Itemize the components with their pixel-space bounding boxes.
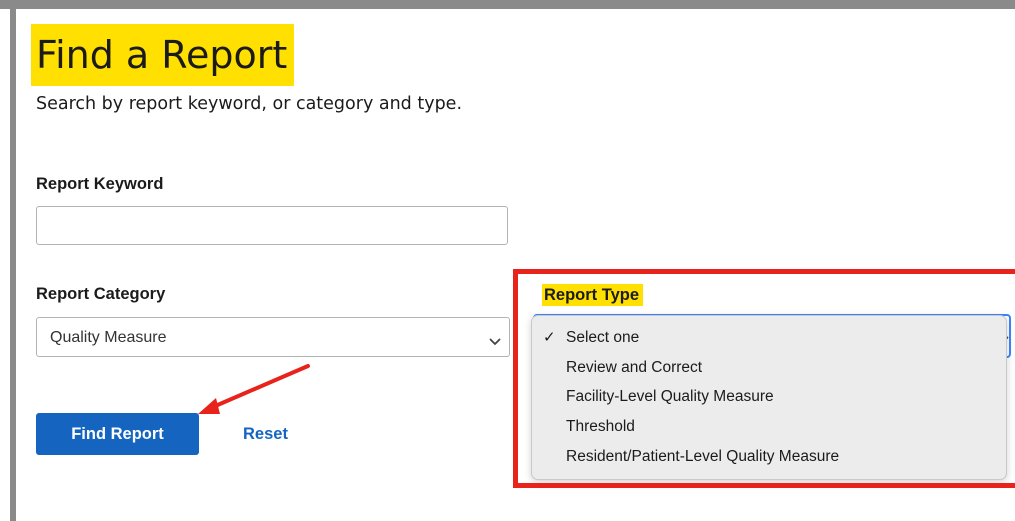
report-type-dropdown-menu: ✓ Select one Review and Correct Facility…: [531, 315, 1007, 480]
report-type-label: Report Type: [542, 284, 644, 306]
red-arrow-icon: [190, 360, 315, 424]
dropdown-option-label: Threshold: [566, 418, 635, 435]
dropdown-option-label: Select one: [566, 329, 640, 346]
dropdown-option-review-and-correct[interactable]: Review and Correct: [532, 353, 1006, 382]
page-title: Find a Report: [31, 24, 295, 86]
dropdown-option-resident-patient-level-quality-measure[interactable]: Resident/Patient-Level Quality Measure: [532, 442, 1006, 471]
dropdown-option-facility-level-quality-measure[interactable]: Facility-Level Quality Measure: [532, 382, 1006, 411]
report-keyword-input[interactable]: [36, 206, 508, 245]
reset-link[interactable]: Reset: [243, 423, 288, 445]
report-keyword-label: Report Keyword: [36, 175, 164, 193]
dropdown-option-label: Review and Correct: [566, 359, 703, 376]
dropdown-option-threshold[interactable]: Threshold: [532, 412, 1006, 441]
dropdown-option-label: Resident/Patient-Level Quality Measure: [566, 448, 840, 465]
dropdown-option-label: Facility-Level Quality Measure: [566, 388, 774, 405]
report-category-label: Report Category: [36, 285, 166, 303]
report-category-select[interactable]: Quality Measure: [36, 317, 510, 357]
page-subtitle: Search by report keyword, or category an…: [36, 94, 463, 114]
find-report-button[interactable]: Find Report: [36, 413, 199, 455]
window-frame-left: [10, 9, 16, 521]
checkmark-icon: ✓: [543, 329, 556, 346]
dropdown-option-select-one[interactable]: ✓ Select one: [532, 323, 1006, 352]
report-category-value: Quality Measure: [50, 329, 167, 346]
window-frame-top: [0, 0, 1015, 9]
chevron-down-icon: [489, 332, 501, 351]
